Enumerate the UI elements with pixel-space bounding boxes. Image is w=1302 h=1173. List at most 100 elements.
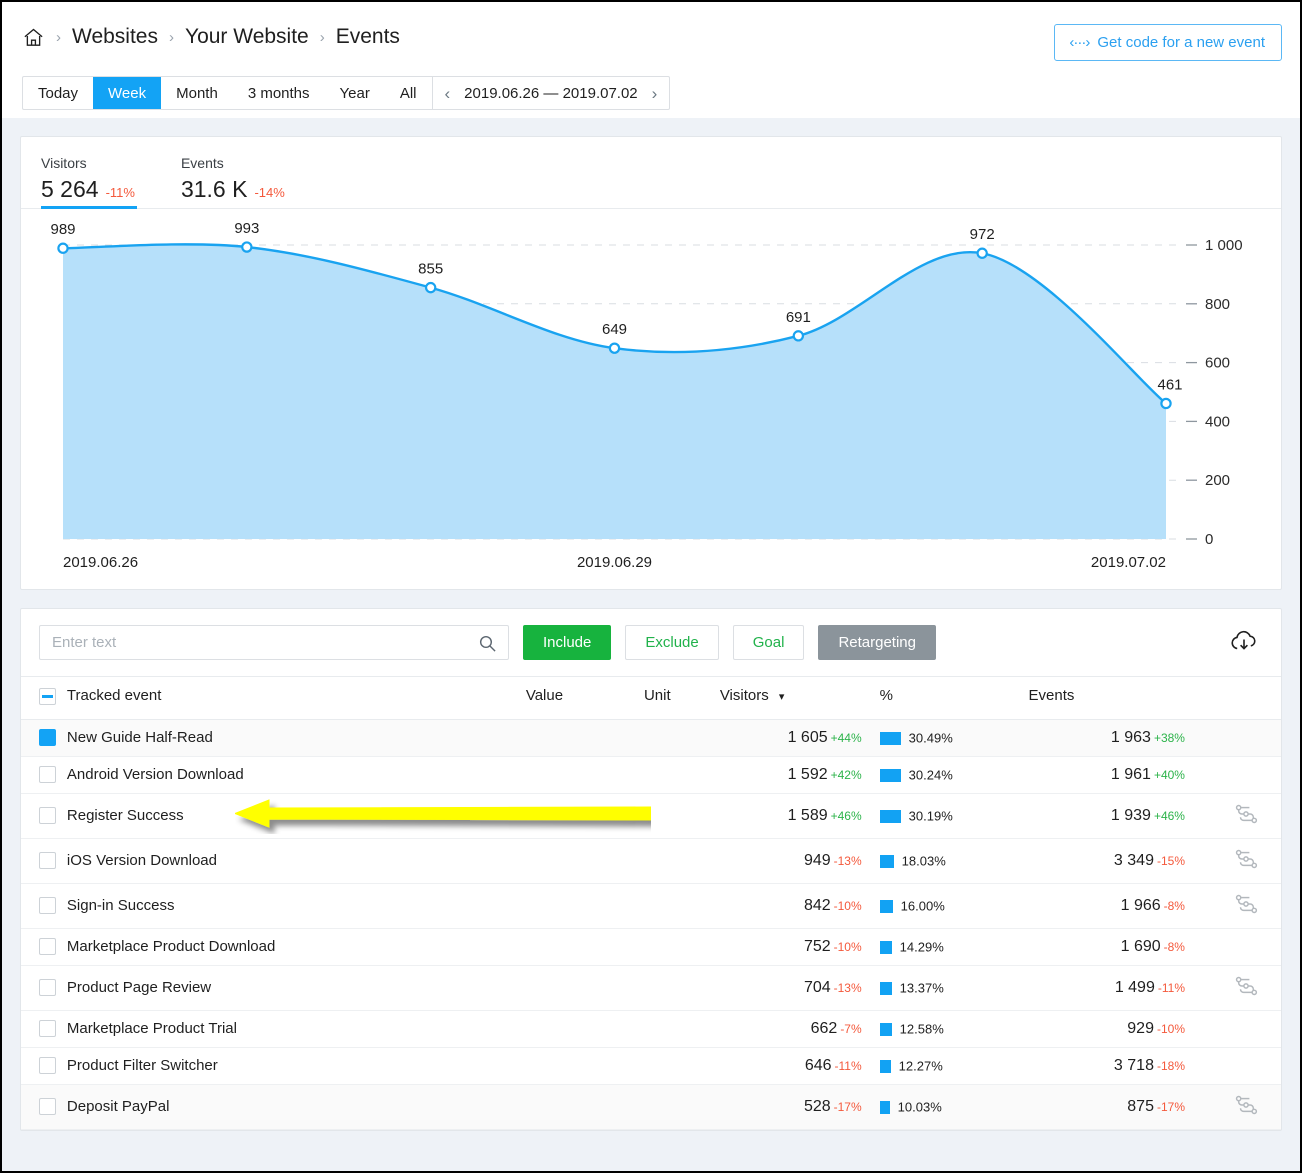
column-header-unit[interactable]: Unit [625,676,720,720]
row-percent-value: 30.24% [908,767,953,783]
flow-path-icon[interactable] [1233,803,1259,825]
row-event-name[interactable]: Sign-in Success [66,883,526,929]
row-events-delta: +38% [1153,730,1185,745]
table-row[interactable]: Sign-in Success 842 -10% 16.00% 1 966 -8% [21,883,1281,929]
table-row[interactable]: Marketplace Product Trial 662 -7% 12.58% 929… [21,1010,1281,1048]
breadcrumb-item-websites[interactable]: Websites [72,25,158,49]
row-percent: 14.29% [861,928,1029,966]
home-icon[interactable] [22,26,45,49]
kpi-events-delta: -14% [254,185,285,200]
row-checkbox[interactable] [39,1020,56,1038]
row-checkbox[interactable] [39,1098,56,1116]
table-row[interactable]: Product Page Review 704 -13% 13.37% 1 499 -11… [21,965,1281,1011]
table-row[interactable]: Register Success 1 589 +46% 30.19% 1 939 +46% [21,793,1281,839]
row-event-name[interactable]: New Guide Half-Read [66,719,526,757]
row-event-name[interactable]: Marketplace Product Download [66,928,526,966]
row-event-name[interactable]: Deposit PayPal [66,1084,526,1130]
get-code-label: Get code for a new event [1097,34,1265,51]
row-value [525,1010,626,1048]
row-checkbox[interactable] [39,766,56,784]
goal-button[interactable]: Goal [732,625,805,660]
breadcrumb-item-events[interactable]: Events [336,25,400,49]
row-visitors: 646 -11% [719,1047,862,1085]
search-icon[interactable] [478,634,497,653]
column-header-events[interactable]: Events [1028,676,1185,720]
row-visitors-value: 752 [803,937,831,955]
row-percent-bar [879,1022,892,1036]
date-next-button[interactable]: › [648,85,662,102]
row-flow-cell [1184,1084,1281,1130]
row-events: 1 499 -11% [1028,965,1185,1011]
row-events-value: 1 690 [1120,937,1161,955]
row-event-name[interactable]: iOS Version Download [66,838,526,884]
row-events: 1 961 +40% [1028,756,1185,794]
period-tab-today[interactable]: Today [23,77,93,109]
select-all-checkbox[interactable] [39,687,56,705]
row-checkbox[interactable] [39,979,56,997]
row-events-delta: -15% [1156,853,1185,868]
row-visitors-delta: +44% [830,730,862,745]
table-row[interactable]: Android Version Download 1 592 +42% 30.24% 1… [21,756,1281,794]
row-value [525,838,626,884]
search-input[interactable] [40,626,508,659]
row-events: 929 -10% [1028,1010,1185,1048]
period-tab-year[interactable]: Year [325,77,385,109]
breadcrumb-item-your-website[interactable]: Your Website [185,25,309,49]
events-table: Tracked event Value Unit Visitors ▾ % Ev… [21,676,1281,1130]
column-header-tracked-event[interactable]: Tracked event [66,676,526,720]
table-row[interactable]: Product Filter Switcher 646 -11% 12.27% 3 71… [21,1047,1281,1085]
exclude-button[interactable]: Exclude [625,625,719,660]
flow-path-icon[interactable] [1233,975,1259,997]
period-tab-all[interactable]: All [385,77,432,109]
kpi-visitors[interactable]: Visitors 5 264 -11% [41,155,181,209]
date-range-label[interactable]: 2019.06.26 — 2019.07.02 [464,85,637,102]
row-checkbox[interactable] [39,807,56,825]
row-checkbox[interactable] [39,897,56,915]
row-value [525,883,626,929]
svg-text:600: 600 [1205,355,1230,372]
row-percent-bar [879,809,901,823]
visitors-area-chart: 0 200 400 600 800 1 000 989 993 855 649 691 972 461 2… [21,209,1281,589]
row-event-name[interactable]: Android Version Download [66,756,526,794]
row-event-name[interactable]: Register Success [66,793,526,839]
include-button[interactable]: Include [523,625,612,660]
row-unit [625,793,720,839]
row-percent-value: 30.49% [908,730,953,746]
row-percent-bar [879,981,892,995]
date-prev-button[interactable]: ‹ [441,85,455,102]
cloud-download-icon[interactable] [1229,629,1259,655]
column-header-percent[interactable]: % [861,676,1029,720]
row-checkbox[interactable] [39,938,56,956]
table-row[interactable]: New Guide Half-Read 1 605 +44% 30.49% 1 963 +… [21,719,1281,757]
column-header-visitors[interactable]: Visitors ▾ [719,676,862,720]
flow-path-icon[interactable] [1233,893,1259,915]
period-tab-3-months[interactable]: 3 months [233,77,325,109]
kpi-events-label: Events [180,155,224,171]
get-code-for-new-event-button[interactable]: ‹···› Get code for a new event [1054,24,1282,61]
search-box[interactable] [39,625,509,660]
flow-path-icon[interactable] [1233,1094,1259,1116]
row-event-name[interactable]: Product Page Review [66,965,526,1011]
app-window: › Websites › Your Website › Events ‹···›… [0,0,1302,1173]
table-row[interactable]: iOS Version Download 949 -13% 18.03% 3 349 -1… [21,838,1281,884]
period-tab-month[interactable]: Month [161,77,233,109]
retargeting-button[interactable]: Retargeting [818,625,936,660]
svg-text:800: 800 [1205,296,1230,313]
row-visitors: 752 -10% [719,928,862,966]
flow-path-icon[interactable] [1233,848,1259,870]
row-visitors-value: 662 [810,1019,838,1037]
table-row[interactable]: Marketplace Product Download 752 -10% 14.29… [21,928,1281,966]
column-header-value[interactable]: Value [525,676,626,720]
row-event-name[interactable]: Marketplace Product Trial [66,1010,526,1048]
period-tab-week[interactable]: Week [93,77,162,109]
page-header: › Websites › Your Website › Events ‹···›… [2,2,1300,118]
row-checkbox[interactable] [39,1057,56,1075]
row-checkbox[interactable] [39,729,56,747]
row-event-name[interactable]: Product Filter Switcher [66,1047,526,1085]
row-events: 3 718 -18% [1028,1047,1185,1085]
table-row[interactable]: Deposit PayPal 528 -17% 10.03% 875 -17% [21,1084,1281,1130]
row-checkbox[interactable] [39,852,56,870]
events-table-body: New Guide Half-Read 1 605 +44% 30.49% 1 963 +… [21,719,1281,1130]
row-visitors-value: 1 592 [787,765,828,783]
kpi-events[interactable]: Events 31.6 K -14% [181,155,331,208]
